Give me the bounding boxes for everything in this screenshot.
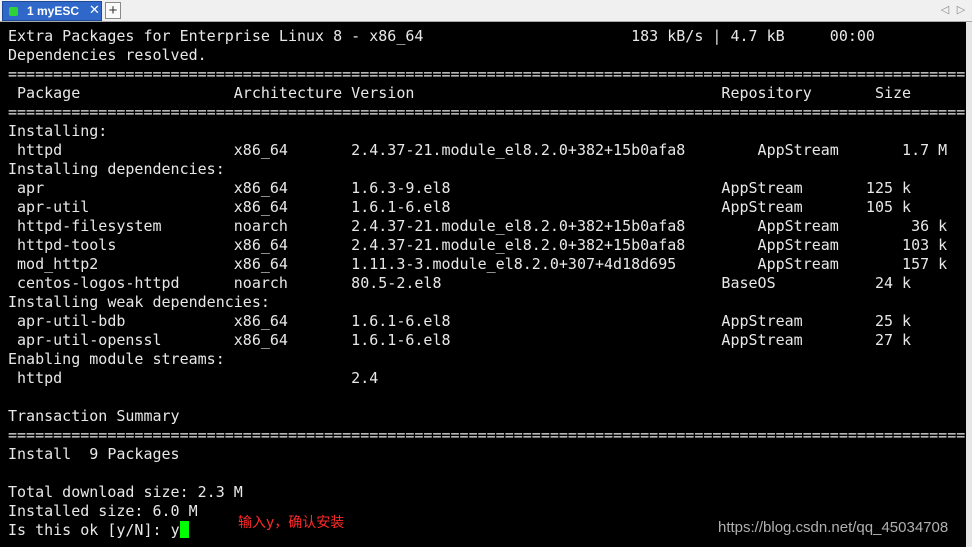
terminal-line: httpd-tools x86_64 2.4.37-21.module_el8.… — [8, 236, 948, 254]
watermark-text: https://blog.csdn.net/qq_45034708 — [718, 519, 949, 536]
scroll-tabs-right-icon[interactable]: ▷ — [954, 2, 968, 18]
session-tab[interactable]: 1 myESC ✕ — [2, 1, 102, 21]
annotation-note: 输入y，确认安装 — [238, 515, 345, 531]
scroll-tabs-left-icon[interactable]: ◁ — [938, 2, 952, 18]
terminal-line: centos-logos-httpd noarch 80.5-2.el8 Bas… — [8, 274, 912, 292]
terminal-input[interactable]: y — [171, 521, 180, 539]
terminal-line: httpd-filesystem noarch 2.4.37-21.module… — [8, 217, 948, 235]
terminal-line: ========================================… — [8, 103, 966, 121]
terminal-line: Transaction Summary — [8, 407, 180, 425]
close-tab-icon[interactable]: ✕ — [89, 2, 100, 18]
tab-label: 1 myESC — [27, 4, 80, 18]
terminal-line: apr-util-openssl x86_64 1.6.1-6.el8 AppS… — [8, 331, 912, 349]
terminal-line: Extra Packages for Enterprise Linux 8 - … — [8, 27, 875, 45]
terminal-cursor — [179, 521, 189, 538]
terminal-line: apr x86_64 1.6.3-9.el8 AppStream 125 k — [8, 179, 912, 197]
terminal-line: mod_http2 x86_64 1.11.3-3.module_el8.2.0… — [8, 255, 948, 273]
terminal-line: Package Architecture Version Repository … — [8, 84, 912, 102]
terminal-output[interactable]: Extra Packages for Enterprise Linux 8 - … — [0, 22, 966, 547]
terminal-line: httpd 2.4 — [8, 369, 379, 387]
terminal-line: Installing weak dependencies: — [8, 293, 270, 311]
tab-bar: 1 myESC ✕ + ◁ ▷ — [0, 0, 972, 22]
terminal-line: httpd x86_64 2.4.37-21.module_el8.2.0+38… — [8, 141, 948, 159]
terminal-line: Installing dependencies: — [8, 160, 225, 178]
terminal-line: apr-util-bdb x86_64 1.6.1-6.el8 AppStrea… — [8, 312, 912, 330]
terminal-line: Enabling module streams: — [8, 350, 225, 368]
terminal-line: apr-util x86_64 1.6.1-6.el8 AppStream 10… — [8, 198, 912, 216]
terminal-line: Total download size: 2.3 M — [8, 483, 243, 501]
terminal-line: Install 9 Packages — [8, 445, 180, 463]
new-tab-button[interactable]: + — [105, 2, 121, 19]
terminal-scrollbar[interactable] — [966, 22, 972, 547]
connection-status-icon — [9, 7, 18, 16]
terminal-line: ========================================… — [8, 65, 966, 83]
terminal-line: Installing: — [8, 122, 108, 140]
terminal-line: Dependencies resolved. — [8, 46, 207, 64]
terminal-prompt: Is this ok [y/N]: — [8, 521, 171, 539]
terminal-line: ========================================… — [8, 426, 966, 444]
